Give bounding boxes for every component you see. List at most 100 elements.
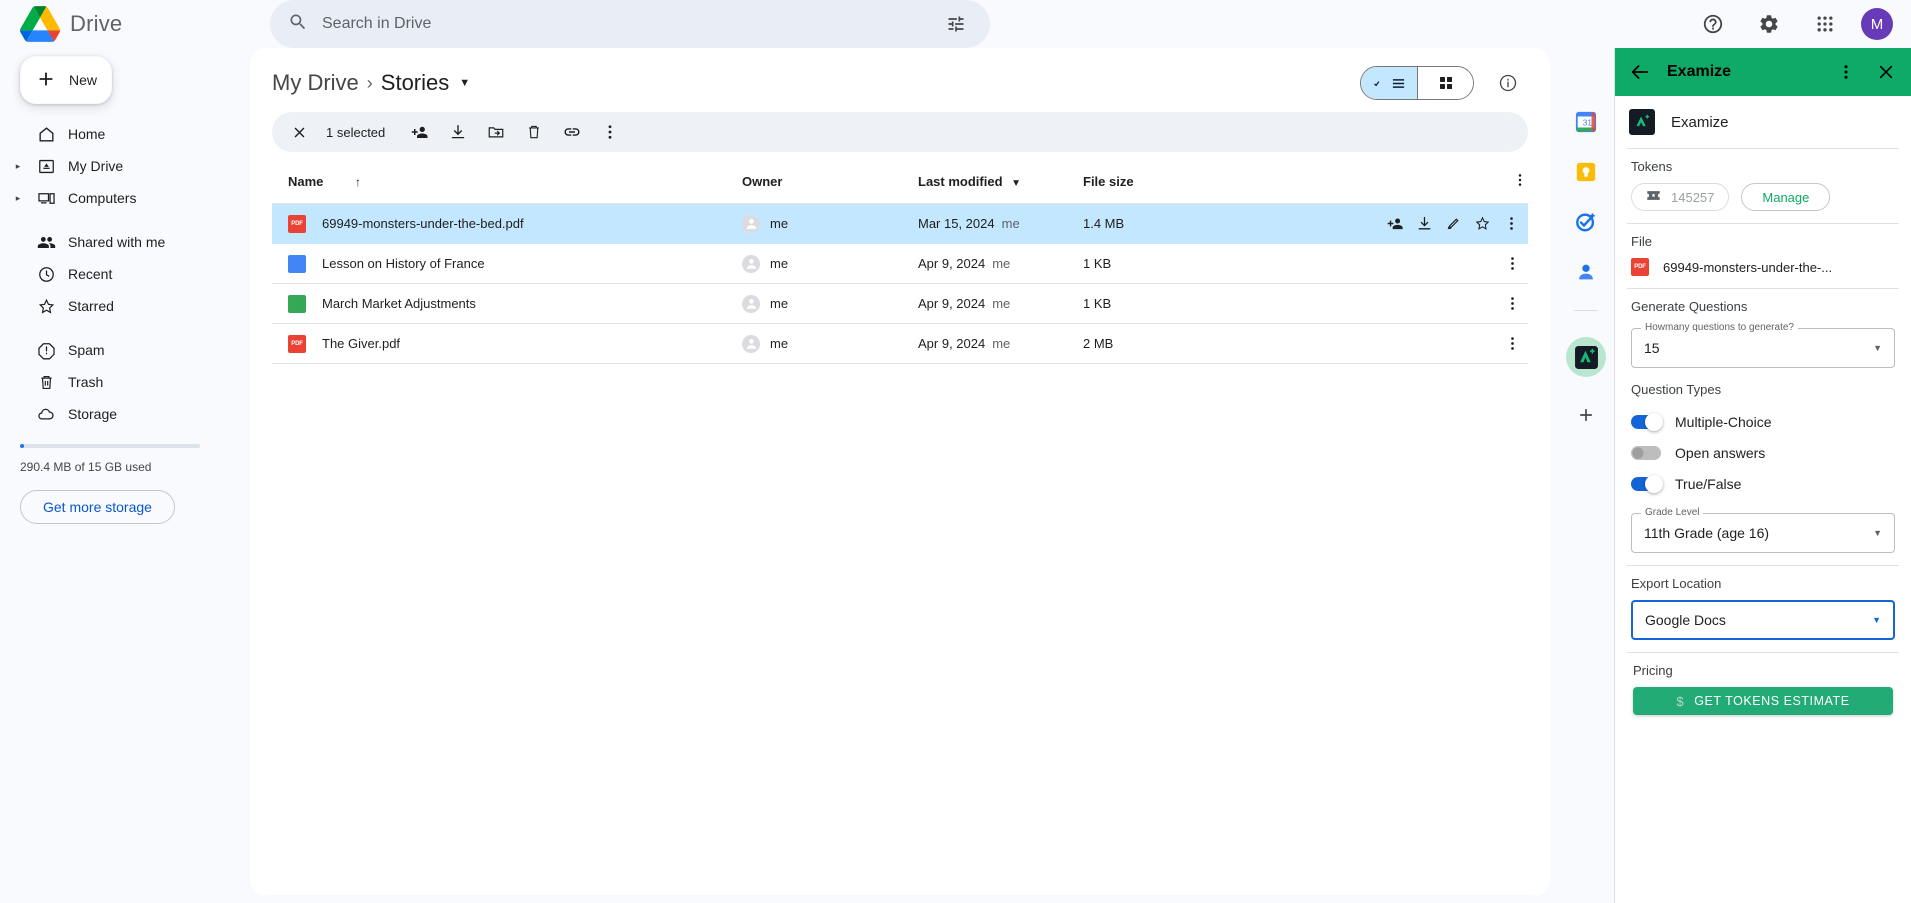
- table-row[interactable]: PDF The Giver.pdf me Apr 9, 2024 me 2 MB: [272, 323, 1528, 364]
- sidebar-label: Computers: [68, 190, 137, 206]
- download-icon[interactable]: [1416, 212, 1433, 236]
- table-row[interactable]: Lesson on History of France me Apr 9, 2024…: [272, 243, 1528, 284]
- column-header-owner[interactable]: Owner: [742, 162, 918, 204]
- new-button[interactable]: New: [20, 56, 112, 104]
- ticket-icon: [1646, 189, 1661, 205]
- selected-file-row: PDF 69949-monsters-under-the-...: [1631, 258, 1895, 276]
- examize-app-icon[interactable]: [1566, 337, 1606, 377]
- chevron-down-icon[interactable]: ▼: [459, 77, 470, 89]
- move-to-folder-icon[interactable]: [479, 115, 513, 149]
- brand-name: Drive: [70, 11, 123, 36]
- search-options-icon[interactable]: [936, 4, 976, 44]
- sidebar-item-storage[interactable]: Storage: [0, 398, 238, 430]
- breadcrumb-stories[interactable]: Stories: [381, 70, 449, 96]
- panel-header: My Drive › Stories ▼: [272, 48, 1528, 112]
- sidebar-item-shared-with-me[interactable]: Shared with me: [0, 226, 238, 258]
- more-icon[interactable]: [1503, 212, 1520, 236]
- modified-by: me: [1001, 216, 1020, 231]
- more-icon[interactable]: [1500, 292, 1524, 316]
- edit-icon[interactable]: [1445, 212, 1462, 236]
- modified-date: Apr 9, 2024: [918, 256, 986, 271]
- keep-app-icon[interactable]: [1574, 160, 1598, 184]
- grid-view-button[interactable]: [1417, 67, 1473, 99]
- question-type-label: True/False: [1675, 475, 1742, 492]
- cell-file-size: 1 KB: [1083, 283, 1488, 324]
- pdf-file-icon: PDF: [288, 334, 306, 353]
- nav-list: Home ▸ My Drive ▸ Computers Shared with …: [0, 118, 250, 430]
- link-icon[interactable]: [555, 115, 589, 149]
- expand-caret-icon[interactable]: ▸: [12, 193, 24, 204]
- toggle-knob: [1645, 412, 1663, 431]
- chevron-down-icon: ▼: [1873, 343, 1882, 353]
- add-addon-icon[interactable]: [1574, 403, 1598, 427]
- table-header-row: Name ↑ Owner Last modified ▼ File size: [272, 162, 1528, 204]
- more-icon[interactable]: [593, 115, 627, 149]
- download-icon[interactable]: [441, 115, 475, 149]
- sidebar-label: Home: [68, 126, 106, 142]
- star-icon[interactable]: [1474, 212, 1491, 236]
- examize-app-name: Examize: [1671, 113, 1729, 131]
- toggle-multiple-choice[interactable]: [1631, 412, 1663, 431]
- files-table: Name ↑ Owner Last modified ▼ File size P…: [272, 162, 1528, 364]
- trash-icon[interactable]: [517, 115, 551, 149]
- manage-tokens-button[interactable]: Manage: [1741, 183, 1831, 211]
- breadcrumb-my-drive[interactable]: My Drive: [272, 70, 359, 96]
- close-icon[interactable]: [1873, 59, 1899, 85]
- sheet-file-icon: [288, 294, 306, 313]
- search-input[interactable]: [322, 15, 922, 33]
- sidebar-item-home[interactable]: Home: [0, 118, 238, 150]
- storage-usage-text: 290.4 MB of 15 GB used: [20, 460, 152, 474]
- sidebar-item-recent[interactable]: Recent: [0, 258, 238, 290]
- cell-name: PDF 69949-monsters-under-the-bed.pdf: [272, 203, 742, 244]
- sidebar-item-my-drive[interactable]: ▸ My Drive: [0, 150, 238, 182]
- google-apps-grid-icon[interactable]: [1805, 4, 1845, 44]
- list-view-button[interactable]: [1361, 67, 1417, 99]
- tokens-label: Tokens: [1631, 159, 1673, 174]
- table-row[interactable]: March Market Adjustments me Apr 9, 2024 me 1…: [272, 283, 1528, 324]
- help-icon[interactable]: [1693, 4, 1733, 44]
- get-more-storage-button[interactable]: Get more storage: [20, 490, 175, 524]
- share-icon[interactable]: [403, 115, 437, 149]
- tokens-row: 145257 Manage: [1631, 183, 1895, 211]
- sidebar-item-trash[interactable]: Trash: [0, 366, 238, 398]
- grade-level-select[interactable]: Grade Level 11th Grade (age 16) ▼: [1631, 507, 1895, 553]
- more-icon[interactable]: [1500, 252, 1524, 276]
- toggle-true-false[interactable]: [1631, 474, 1663, 493]
- share-icon[interactable]: [1387, 212, 1404, 236]
- generate-questions-label: Generate Questions: [1631, 299, 1748, 314]
- computers-icon: [36, 188, 56, 208]
- more-vert-icon[interactable]: [1833, 59, 1859, 85]
- expand-caret-icon[interactable]: ▸: [12, 161, 24, 172]
- table-body: PDF 69949-monsters-under-the-bed.pdf me Mar…: [272, 203, 1528, 364]
- clear-selection-icon[interactable]: [282, 115, 316, 149]
- cell-name: PDF The Giver.pdf: [272, 323, 742, 364]
- sidebar-item-spam[interactable]: Spam: [0, 334, 238, 366]
- column-header-last-modified[interactable]: Last modified ▼: [918, 162, 1083, 204]
- column-header-options[interactable]: [1488, 162, 1528, 204]
- tasks-app-icon[interactable]: [1574, 210, 1598, 234]
- shared-icon: [36, 232, 56, 252]
- back-arrow-icon[interactable]: [1627, 59, 1653, 85]
- table-row[interactable]: PDF 69949-monsters-under-the-bed.pdf me Mar…: [272, 203, 1528, 244]
- export-location-select[interactable]: Google Docs ▼: [1631, 600, 1895, 640]
- avatar[interactable]: M: [1861, 8, 1893, 40]
- drive-brand[interactable]: Drive: [20, 6, 250, 42]
- get-tokens-estimate-button[interactable]: $ GET TOKENS ESTIMATE: [1633, 687, 1893, 715]
- search-bar[interactable]: [270, 0, 990, 48]
- sidebar-item-computers[interactable]: ▸ Computers: [0, 182, 238, 214]
- cell-name: Lesson on History of France: [272, 243, 742, 284]
- svg-text:31: 31: [1583, 119, 1593, 128]
- sidebar-item-starred[interactable]: Starred: [0, 290, 238, 322]
- column-header-name[interactable]: Name ↑: [272, 162, 742, 204]
- info-icon[interactable]: [1488, 63, 1528, 103]
- column-header-file-size[interactable]: File size: [1083, 162, 1488, 204]
- more-icon[interactable]: [1500, 332, 1524, 356]
- toggle-open-answers[interactable]: [1631, 445, 1661, 460]
- top-bar: Drive M: [0, 0, 1911, 48]
- question-count-select[interactable]: Howmany questions to generate? 15 ▼: [1631, 322, 1895, 368]
- calendar-app-icon[interactable]: 31: [1574, 110, 1598, 134]
- settings-gear-icon[interactable]: [1749, 4, 1789, 44]
- export-location-value: Google Docs: [1645, 612, 1726, 628]
- app-body: New Home ▸ My Drive ▸ Computers Shared w…: [0, 48, 1911, 903]
- contacts-app-icon[interactable]: [1574, 260, 1598, 284]
